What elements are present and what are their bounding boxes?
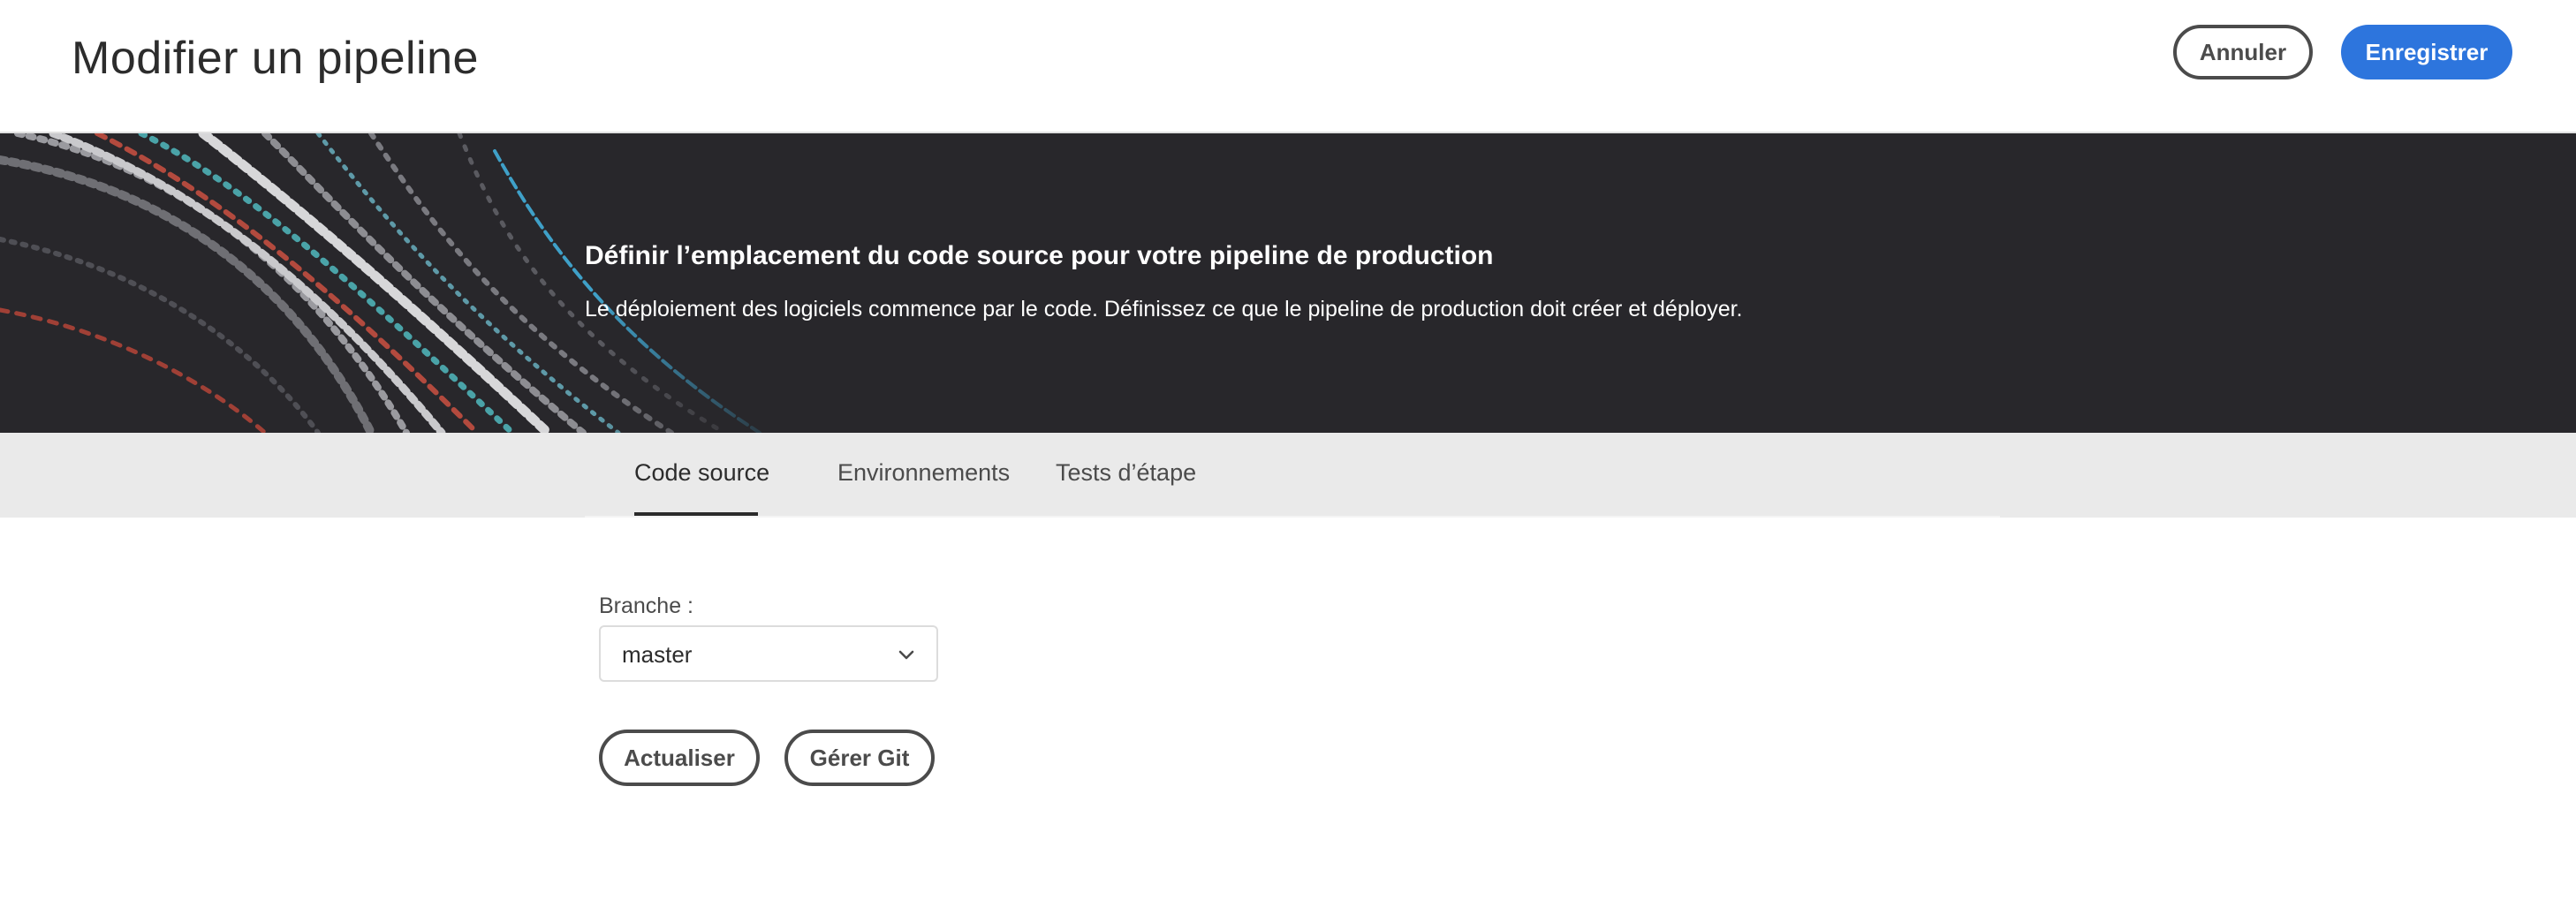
save-button[interactable]: Enregistrer — [2341, 25, 2512, 79]
cancel-button[interactable]: Annuler — [2173, 25, 2313, 79]
tab-code-source[interactable]: Code source — [634, 459, 769, 487]
refresh-button[interactable]: Actualiser — [599, 730, 760, 786]
branch-select[interactable]: master — [599, 625, 938, 682]
branch-select-value: master — [622, 641, 693, 668]
tab-panel-divider — [585, 516, 2000, 518]
chevron-down-icon — [898, 650, 914, 660]
app-header: Modifier un pipeline Annuler Enregistrer — [0, 0, 2576, 133]
hero-banner: Définir l’emplacement du code source pou… — [0, 133, 2576, 433]
tab-tests-etape[interactable]: Tests d’étape — [1056, 459, 1196, 487]
tab-environnements[interactable]: Environnements — [837, 459, 1010, 487]
branch-label: Branche : — [599, 594, 694, 618]
page-title: Modifier un pipeline — [72, 33, 479, 84]
tab-bar: Code source Environnements Tests d’étape — [0, 433, 2576, 518]
banner-subtitle: Le déploiement des logiciels commence pa… — [585, 297, 1743, 321]
manage-git-button[interactable]: Gérer Git — [784, 730, 935, 786]
banner-illustration — [0, 133, 795, 433]
banner-title: Définir l’emplacement du code source pou… — [585, 241, 1494, 270]
